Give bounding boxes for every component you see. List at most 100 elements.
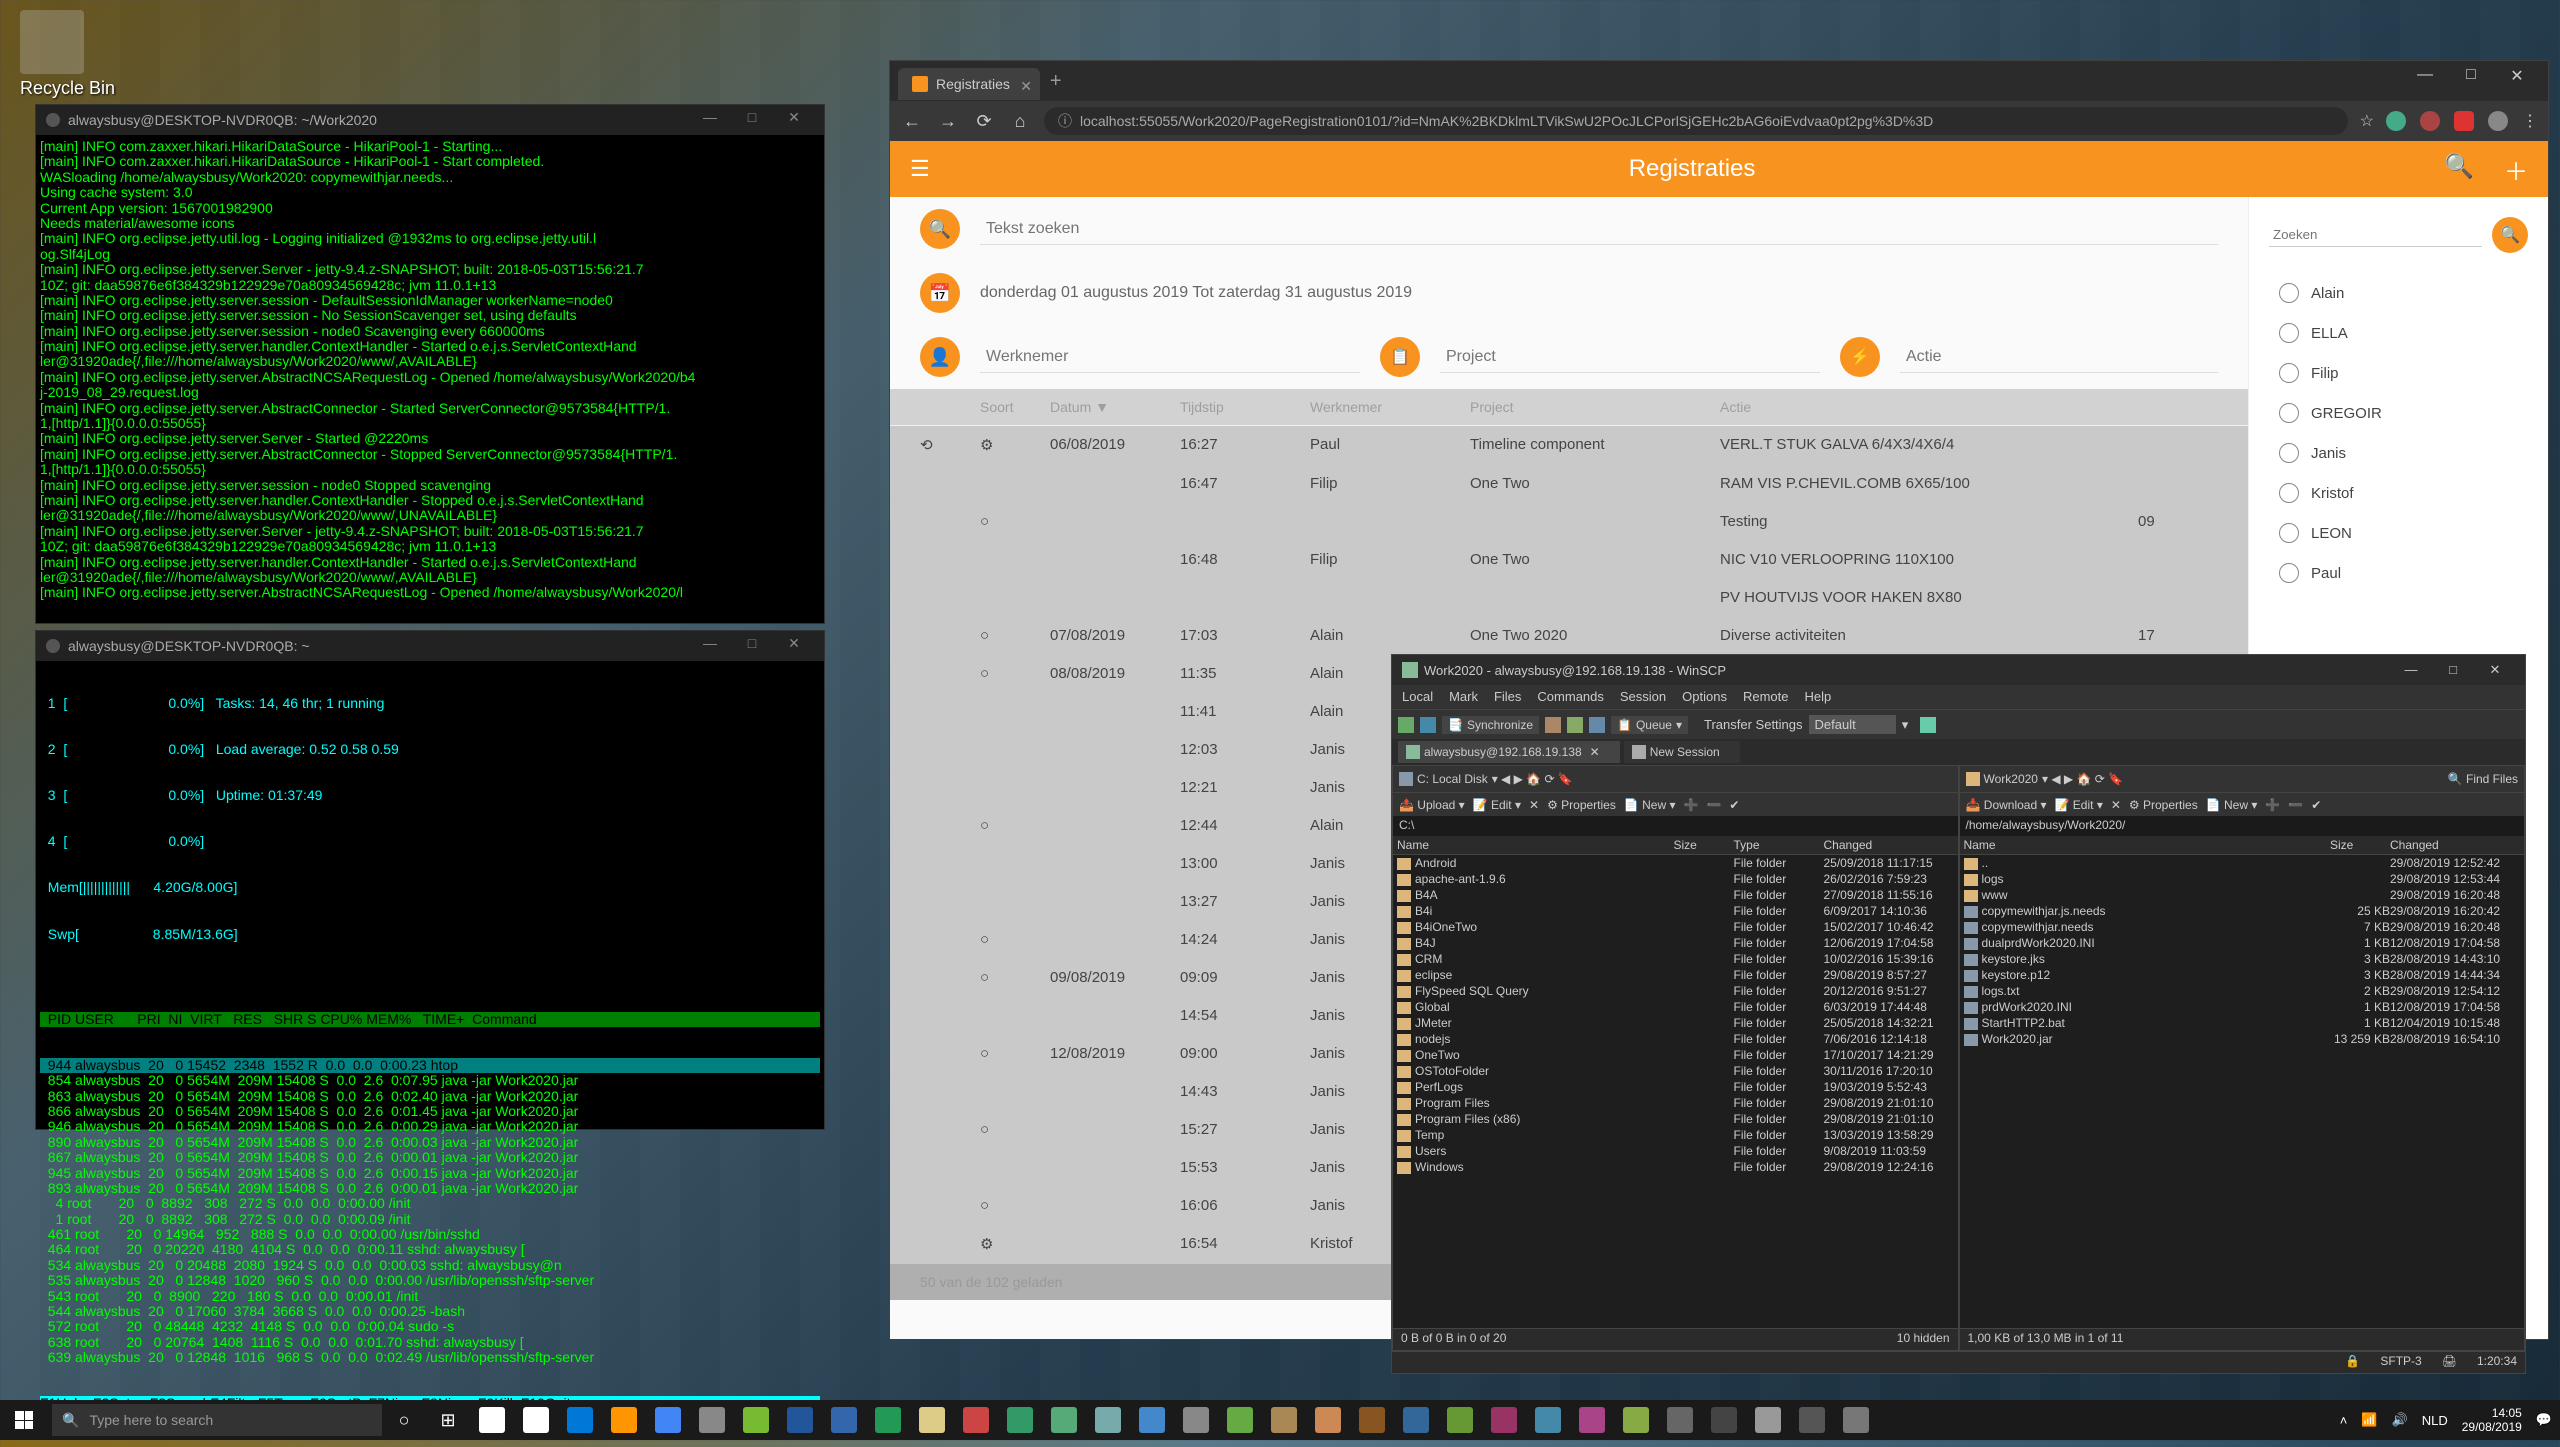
minimize-button[interactable]: — (2391, 662, 2431, 678)
file-row[interactable]: eclipseFile folder29/08/2019 8:57:27 (1393, 967, 1958, 983)
terminal-jetty[interactable]: alwaysbusy@DESKTOP-NVDR0QB: ~/Work2020 —… (35, 104, 825, 624)
close-button[interactable]: ✕ (774, 635, 814, 657)
file-row[interactable]: logs.txt2 KB29/08/2019 12:54:12 (1960, 983, 2525, 999)
properties-button[interactable]: ⚙ Properties (1547, 798, 1616, 812)
file-row[interactable]: www29/08/2019 16:20:48 (1960, 887, 2525, 903)
taskbar-app-icon[interactable] (998, 1400, 1042, 1440)
drive-selector[interactable]: C: Local Disk (1417, 772, 1488, 786)
add-icon[interactable]: ＋ (2504, 152, 2528, 187)
extension-icon[interactable] (2386, 111, 2406, 131)
column-header[interactable]: Project (1470, 399, 1720, 415)
transfer-settings-value[interactable]: Default (1809, 715, 1896, 734)
taskbar-app-icon[interactable] (1438, 1400, 1482, 1440)
check-icon[interactable]: ✔ (1729, 798, 1739, 812)
menu-item[interactable]: Session (1620, 689, 1666, 705)
remote-folder[interactable]: Work2020 (1984, 772, 2038, 786)
taskbar-app-icon[interactable] (1350, 1400, 1394, 1440)
file-row[interactable]: B4iOneTwoFile folder15/02/2017 10:46:42 (1393, 919, 1958, 935)
taskbar-app-icon[interactable] (1526, 1400, 1570, 1440)
file-row[interactable]: JMeterFile folder25/05/2018 14:32:21 (1393, 1015, 1958, 1031)
terminal-htop[interactable]: alwaysbusy@DESKTOP-NVDR0QB: ~ — □ ✕ 1 [ … (35, 630, 825, 1130)
delete-button[interactable]: ✕ (1529, 798, 1539, 812)
tray-language[interactable]: NLD (2422, 1413, 2448, 1428)
reload-button[interactable]: ⟳ (972, 111, 996, 132)
back-button[interactable]: ← (900, 111, 924, 132)
address-bar[interactable]: ⓘ localhost:55055/Work2020/PageRegistrat… (1044, 107, 2348, 135)
properties-button[interactable]: ⚙ Properties (2129, 798, 2198, 812)
sidebar-item[interactable]: LEON (2269, 513, 2528, 553)
delete-button[interactable]: ✕ (2111, 798, 2121, 812)
table-row[interactable]: 16:47FilipOne TwoRAM VIS P.CHEVIL.COMB 6… (890, 465, 2248, 503)
menu-item[interactable]: Help (1804, 689, 1831, 705)
sidebar-item[interactable]: Filip (2269, 353, 2528, 393)
taskbar-app-icon[interactable] (514, 1400, 558, 1440)
minus-icon[interactable]: ➖ (1706, 798, 1721, 812)
file-row[interactable]: B4AFile folder27/09/2018 11:55:16 (1393, 887, 1958, 903)
column-header[interactable]: Type (1734, 838, 1824, 852)
taskbar-app-icon[interactable] (690, 1400, 734, 1440)
plus-icon[interactable]: ➕ (1684, 798, 1699, 812)
tray-chevron[interactable]: ˄ (2340, 1413, 2348, 1428)
winscp-window[interactable]: Work2020 - alwaysbusy@192.168.19.138 - W… (1391, 654, 2526, 1374)
file-row[interactable]: keystore.p123 KB28/08/2019 14:44:34 (1960, 967, 2525, 983)
site-info-icon[interactable]: ⓘ (1058, 111, 1072, 131)
file-row[interactable]: copymewithjar.js.needs25 KB29/08/2019 16… (1960, 903, 2525, 919)
side-search-button[interactable]: 🔍 (2492, 217, 2528, 253)
search-filter-icon[interactable]: 🔍 (920, 209, 960, 249)
edit-button[interactable]: 📝 Edit ▾ (2055, 798, 2103, 812)
column-header[interactable]: Size (1674, 838, 1734, 852)
search-icon[interactable]: 🔍 (2444, 152, 2474, 187)
taskbar-app-icon[interactable] (1702, 1400, 1746, 1440)
project-filter-icon[interactable]: 📋 (1380, 337, 1420, 377)
column-header[interactable]: Size (2330, 838, 2390, 852)
close-button[interactable]: ✕ (2494, 66, 2540, 96)
minimize-button[interactable]: — (690, 635, 730, 657)
file-row[interactable]: Program Files (x86)File folder29/08/2019… (1393, 1111, 1958, 1127)
taskbar-clock[interactable]: 14:05 29/08/2019 (2462, 1406, 2522, 1435)
employee-filter-icon[interactable]: 👤 (920, 337, 960, 377)
remote-file-list[interactable]: ..29/08/2019 12:52:42logs29/08/2019 12:5… (1960, 855, 2525, 1328)
toolbar-icon[interactable] (1589, 717, 1605, 733)
file-row[interactable]: B4JFile folder12/06/2019 17:04:58 (1393, 935, 1958, 951)
maximize-button[interactable]: □ (2433, 662, 2473, 678)
sidebar-item[interactable]: Paul (2269, 553, 2528, 593)
sidebar-item[interactable]: Alain (2269, 273, 2528, 313)
queue-button[interactable]: 📋 Queue ▾ (1611, 716, 1688, 734)
file-row[interactable]: PerfLogsFile folder19/03/2019 5:52:43 (1393, 1079, 1958, 1095)
taskbar-app-icon[interactable] (734, 1400, 778, 1440)
sidebar-item[interactable]: GREGOIR (2269, 393, 2528, 433)
employee-input[interactable] (980, 342, 1360, 373)
remote-path[interactable]: /home/alwaysbusy/Work2020/ (1960, 816, 2525, 836)
taskbar-app-icon[interactable] (1658, 1400, 1702, 1440)
menu-item[interactable]: Remote (1743, 689, 1789, 705)
notification-button[interactable]: 💬 (2536, 1412, 2552, 1428)
taskbar-app-icon[interactable] (778, 1400, 822, 1440)
taskbar-app-icon[interactable] (822, 1400, 866, 1440)
column-header[interactable]: Name (1964, 838, 2331, 852)
extension-icon[interactable] (2420, 111, 2440, 131)
taskbar-app-icon[interactable] (1262, 1400, 1306, 1440)
taskbar-app-icon[interactable] (1174, 1400, 1218, 1440)
extension-icon[interactable] (2454, 111, 2474, 131)
browser-tab[interactable]: Registraties ✕ (898, 68, 1040, 100)
toolbar-icon[interactable] (1920, 717, 1936, 733)
minus-icon[interactable]: ➖ (2288, 798, 2303, 812)
profile-icon[interactable] (2488, 111, 2508, 131)
date-range[interactable]: donderdag 01 augustus 2019 Tot zaterdag … (980, 284, 1412, 302)
table-row[interactable]: ○Testing09 (890, 503, 2248, 541)
new-session-tab[interactable]: New Session (1624, 741, 1740, 763)
file-row[interactable]: prdWork2020.INI1 KB12/08/2019 17:04:58 (1960, 999, 2525, 1015)
toolbar-icon[interactable] (1545, 717, 1561, 733)
file-row[interactable]: CRMFile folder10/02/2016 15:39:16 (1393, 951, 1958, 967)
table-row[interactable]: ⟲⚙06/08/201916:27PaulTimeline componentV… (890, 426, 2248, 465)
taskbar-app-icon[interactable] (1218, 1400, 1262, 1440)
file-row[interactable]: UsersFile folder9/08/2019 11:03:59 (1393, 1143, 1958, 1159)
toolbar-icon[interactable] (1398, 717, 1414, 733)
menu-item[interactable]: Mark (1449, 689, 1478, 705)
column-header[interactable]: Soort (980, 399, 1050, 415)
side-search-input[interactable] (2269, 223, 2482, 247)
project-input[interactable] (1440, 342, 1820, 373)
edit-button[interactable]: 📝 Edit ▾ (1473, 798, 1521, 812)
bookmark-icon[interactable]: ☆ (2360, 111, 2374, 131)
tab-close-button[interactable]: ✕ (1020, 78, 1032, 95)
